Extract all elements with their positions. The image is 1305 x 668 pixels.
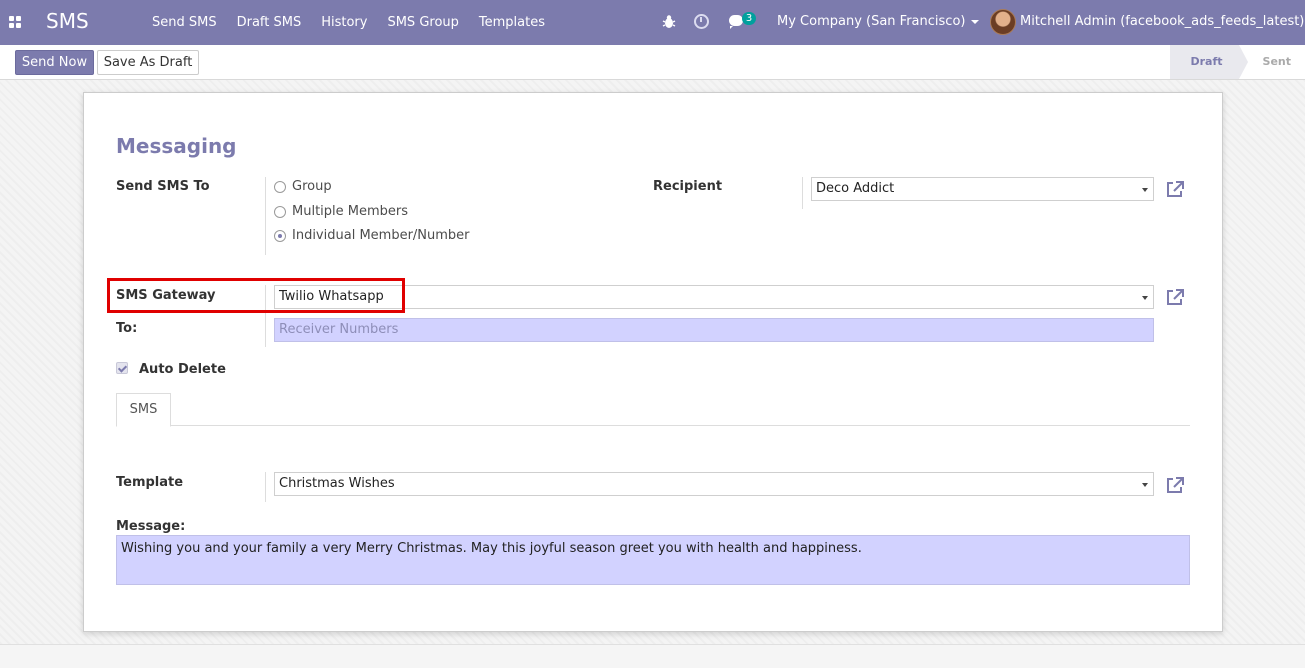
radio-multiple-members-option[interactable]: Multiple Members [274,204,408,219]
footer-strip [0,644,1305,668]
sms-gateway-select[interactable]: Twilio Whatsapp [274,285,1154,309]
menu-draft-sms[interactable]: Draft SMS [227,15,312,30]
send-sms-to-label: Send SMS To [116,179,210,194]
top-navbar: SMS Send SMS Draft SMS History SMS Group… [0,0,1305,45]
tab-sms[interactable]: SMS [116,393,171,427]
radio-group-option[interactable]: Group [274,179,332,194]
messaging-chat-icon[interactable] [729,15,743,29]
stage-draft[interactable]: Draft [1170,45,1248,79]
radio-individual-option[interactable]: Individual Member/Number [274,228,470,243]
dropdown-arrow-icon [1142,483,1148,487]
form-title: Messaging [116,134,237,158]
radio-button[interactable] [274,180,286,193]
status-bar: Draft Sent [1170,45,1305,79]
menu-history[interactable]: History [311,15,377,30]
apps-grid-icon[interactable] [9,16,21,28]
receiver-numbers-placeholder: Receiver Numbers [279,322,399,337]
radio-button[interactable] [274,205,286,218]
activity-clock-icon[interactable] [694,14,709,29]
menu-templates[interactable]: Templates [469,15,555,30]
external-link-icon[interactable] [1165,476,1185,494]
main-menu: Send SMS Draft SMS History SMS Group Tem… [142,0,555,45]
app-brand[interactable]: SMS [46,9,89,33]
radio-label: Group [292,179,332,194]
external-link-icon[interactable] [1165,180,1185,198]
stage-sent[interactable]: Sent [1239,45,1305,79]
tab-bar-line [116,425,1190,426]
recipient-label: Recipient [653,179,723,194]
auto-delete-label: Auto Delete [139,362,226,377]
radio-button-checked[interactable] [274,229,286,242]
form-sheet: Messaging Send SMS To Group Multiple Mem… [83,92,1223,632]
recipient-value: Deco Addict [816,181,895,196]
user-avatar[interactable] [990,9,1016,35]
external-link-icon[interactable] [1165,288,1185,306]
company-name: My Company (San Francisco) [777,14,966,29]
field-divider [802,177,803,209]
field-divider [265,177,266,255]
dropdown-arrow-icon [1142,296,1148,300]
send-now-button[interactable]: Send Now [15,50,94,75]
save-draft-button[interactable]: Save As Draft [97,50,199,75]
chevron-down-icon [971,19,980,24]
auto-delete-checkbox[interactable] [116,362,128,374]
debug-bug-icon[interactable] [662,14,676,30]
radio-label: Individual Member/Number [292,228,470,243]
message-textarea[interactable]: Wishing you and your family a very Merry… [116,535,1190,585]
dropdown-arrow-icon [1142,188,1148,192]
recipient-select[interactable]: Deco Addict [811,177,1154,201]
user-menu[interactable]: Mitchell Admin (facebook_ads_feeds_lates… [1020,14,1305,29]
message-label: Message: [116,519,186,534]
field-divider [265,472,266,502]
template-value: Christmas Wishes [279,476,395,491]
template-label: Template [116,475,184,490]
annotation-highlight-box [107,278,405,313]
chat-count-badge: 3 [742,12,756,25]
radio-label: Multiple Members [292,204,409,219]
user-name: Mitchell Admin (facebook_ads_feeds_lates… [1020,14,1305,29]
to-label: To: [116,321,138,336]
receiver-numbers-input[interactable]: Receiver Numbers [274,318,1154,342]
template-select[interactable]: Christmas Wishes [274,472,1154,496]
control-panel: Send Now Save As Draft Draft Sent [0,45,1305,80]
menu-send-sms[interactable]: Send SMS [142,15,227,30]
company-switcher[interactable]: My Company (San Francisco) [777,14,980,29]
menu-sms-group[interactable]: SMS Group [377,15,468,30]
